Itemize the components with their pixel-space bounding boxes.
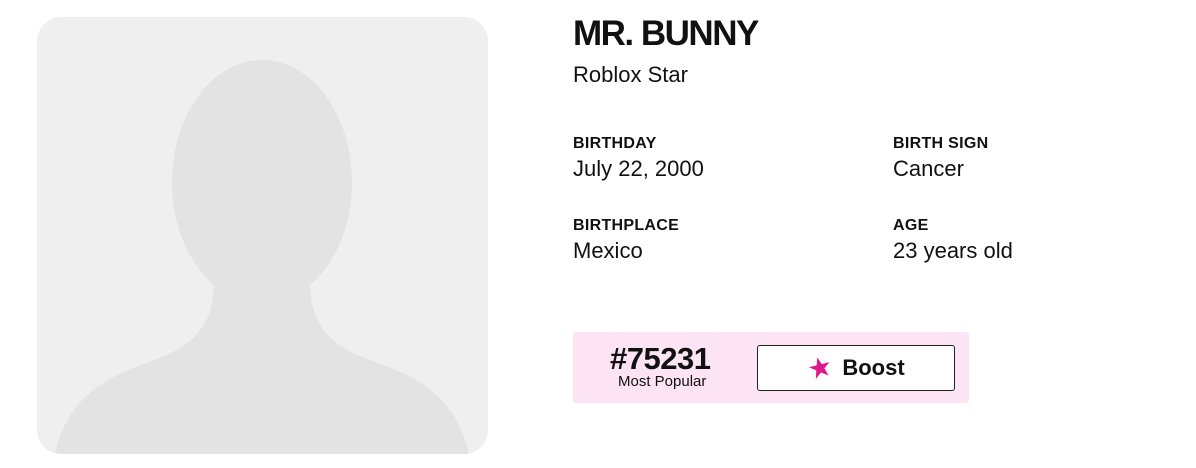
profile-details: MR. BUNNY Roblox Star BIRTHDAY July 22, …	[573, 0, 1173, 468]
star-icon	[807, 355, 833, 381]
fact-birth-sign: BIRTH SIGN Cancer	[893, 134, 988, 182]
person-silhouette-icon	[55, 60, 469, 454]
profile-photo-placeholder	[37, 17, 488, 454]
boost-label: Boost	[842, 355, 905, 380]
fact-value: 23 years old	[893, 238, 1013, 263]
fact-birthplace: BIRTHPLACE Mexico	[573, 216, 679, 264]
fact-label: BIRTH SIGN	[893, 135, 989, 152]
fact-label: AGE	[893, 217, 929, 234]
fact-value: July 22, 2000	[573, 156, 704, 181]
profile-name: MR. BUNNY	[573, 14, 759, 53]
fact-value[interactable]: Cancer	[893, 156, 988, 182]
boost-button[interactable]: Boost	[757, 345, 955, 391]
popularity-rank-box: #75231 Most Popular Boost	[573, 332, 969, 403]
rank-caption: Most Popular	[618, 373, 707, 390]
profile-title: Roblox Star	[573, 62, 688, 87]
fact-birthday: BIRTHDAY July 22, 2000	[573, 134, 704, 182]
fact-value[interactable]: Mexico	[573, 238, 679, 264]
fact-age: AGE 23 years old	[893, 216, 1013, 264]
fact-label: BIRTHPLACE	[573, 217, 680, 234]
rank-number: #75231	[610, 341, 711, 376]
fact-label: BIRTHDAY	[573, 135, 657, 152]
